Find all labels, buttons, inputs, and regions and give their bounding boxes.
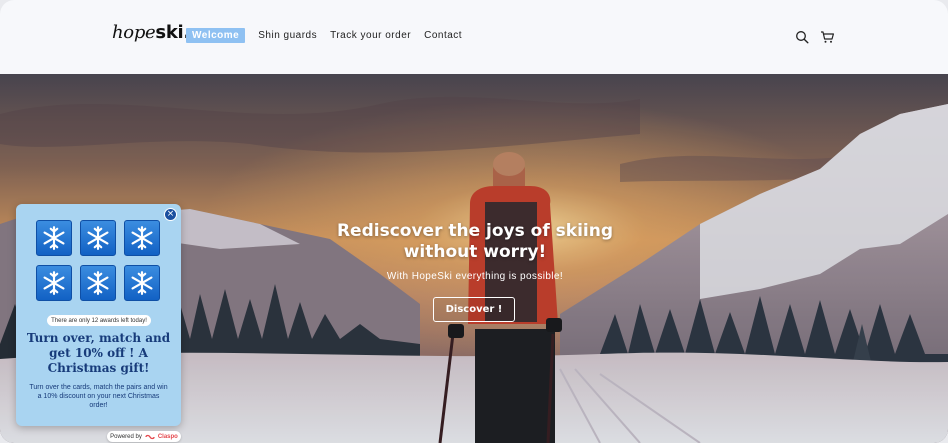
powered-by-brand: Claspo xyxy=(157,433,178,440)
snowflake-icon xyxy=(87,271,109,295)
snowflake-icon xyxy=(131,226,153,250)
nav-shin-guards[interactable]: Shin guards xyxy=(258,30,317,41)
memory-card[interactable] xyxy=(36,220,72,256)
game-popup: × There are only 12 awards left today! T… xyxy=(16,204,181,426)
cart-icon[interactable] xyxy=(820,29,836,43)
popup-description: Turn over the cards, match the pairs and… xyxy=(29,384,168,409)
hero-title: Rediscover the joys of skiing without wo… xyxy=(336,221,614,262)
site-logo[interactable]: hopeski. xyxy=(112,22,190,43)
popup-title: Turn over, match and get 10% off ! A Chr… xyxy=(26,331,171,375)
claspo-logo-icon xyxy=(145,434,155,439)
site-header: hopeski. Welcome Shin guards Track your … xyxy=(0,0,948,74)
powered-by-label: Powered by xyxy=(110,433,142,440)
browser-frame: hopeski. Welcome Shin guards Track your … xyxy=(0,0,948,443)
logo-text-bold: ski. xyxy=(155,22,190,43)
close-icon[interactable]: × xyxy=(164,208,177,221)
main-nav: Welcome Shin guards Track your order Con… xyxy=(186,28,462,43)
awards-left-badge: There are only 12 awards left today! xyxy=(47,315,151,326)
nav-contact[interactable]: Contact xyxy=(424,30,462,41)
memory-card[interactable] xyxy=(80,265,116,301)
memory-card[interactable] xyxy=(36,265,72,301)
hero-subtitle: With HopeSki everything is possible! xyxy=(386,271,564,282)
logo-text-light: hope xyxy=(112,22,156,43)
snowflake-icon xyxy=(43,226,65,250)
powered-by-badge[interactable]: Powered by Claspo xyxy=(107,431,181,442)
memory-card[interactable] xyxy=(80,220,116,256)
nav-track-order[interactable]: Track your order xyxy=(330,30,411,41)
memory-card[interactable] xyxy=(124,220,160,256)
nav-welcome[interactable]: Welcome xyxy=(186,28,246,43)
discover-button[interactable]: Discover ! xyxy=(433,297,515,322)
snowflake-icon xyxy=(87,226,109,250)
snowflake-icon xyxy=(131,271,153,295)
search-icon[interactable] xyxy=(795,29,811,44)
memory-card[interactable] xyxy=(124,265,160,301)
snowflake-icon xyxy=(43,271,65,295)
